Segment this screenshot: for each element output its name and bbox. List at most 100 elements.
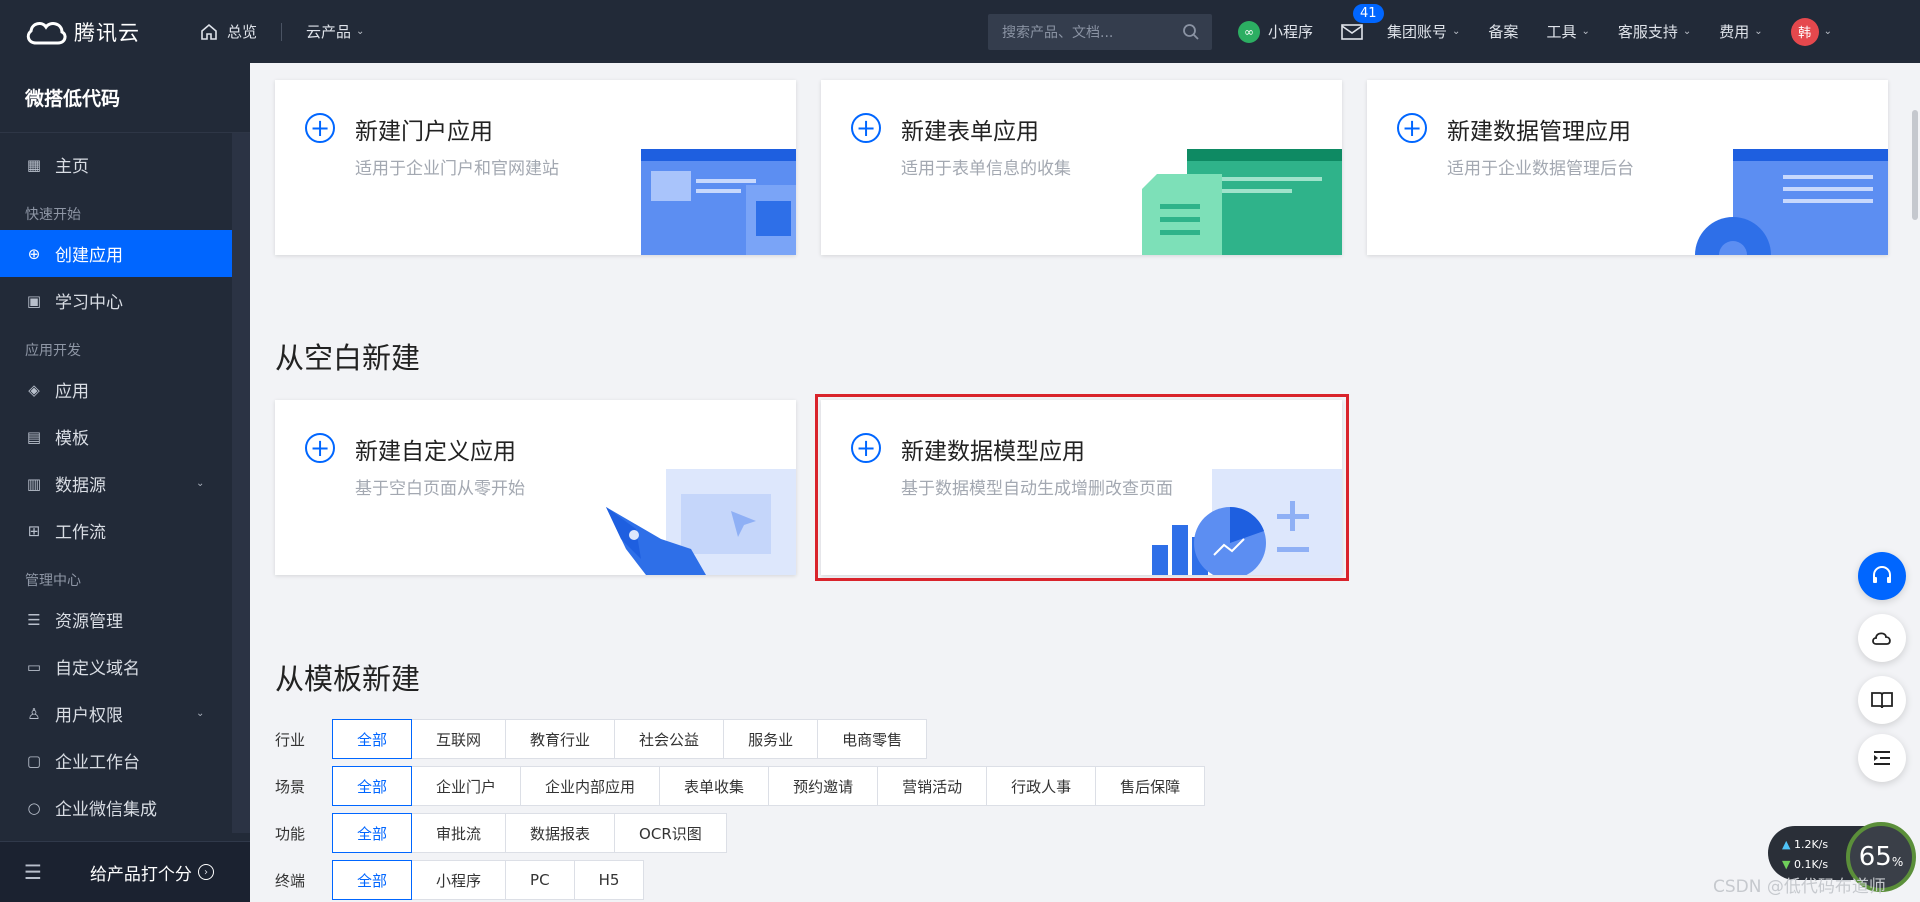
customer-service-button[interactable] <box>1858 552 1906 600</box>
filter-chip[interactable]: H5 <box>573 860 645 900</box>
highlight-box <box>815 394 1349 581</box>
tools-menu[interactable]: 工具 ⌄ <box>1546 0 1589 63</box>
top-navbar: 腾讯云 总览 云产品 ⌄ 搜索产品、文档... ∞ 小程序 41 集团账号 ⌄ 备案… <box>0 0 1920 63</box>
user-menu[interactable]: 韩 ⌄ <box>1790 0 1832 63</box>
tools-label: 工具 <box>1546 23 1577 41</box>
filter-chip[interactable]: PC <box>505 860 575 900</box>
chevron-down-icon: ⌄ <box>1682 26 1692 37</box>
sidebar-item-wecom[interactable]: ○ 企业微信集成 <box>0 784 250 831</box>
cloud-logo-icon <box>26 21 67 44</box>
filter-chip[interactable]: 数据报表 <box>505 813 616 853</box>
arrow-down-icon: ▼ <box>1782 858 1791 871</box>
group-account-menu[interactable]: 集团账号 ⌄ <box>1387 0 1460 63</box>
tencent-cloud-logo[interactable]: 腾讯云 <box>24 17 154 47</box>
filter-chip[interactable]: 预约邀请 <box>768 766 879 806</box>
overview-link[interactable]: 总览 <box>199 0 257 63</box>
grid-icon: ▦ <box>26 155 42 174</box>
card-custom-app[interactable]: + 新建自定义应用 基于空白页面从零开始 <box>275 400 796 575</box>
filter-row-feature: 功能 全部 审批流 数据报表 OCR识图 <box>275 813 727 853</box>
page-scrollbar[interactable] <box>1912 110 1918 220</box>
filter-chip[interactable]: 全部 <box>332 860 413 900</box>
sidebar-item-custom-domain[interactable]: ▭ 自定义域名 <box>0 643 250 690</box>
card-data-management-app[interactable]: + 新建数据管理应用 适用于企业数据管理后台 <box>1367 80 1888 255</box>
filter-chip[interactable]: 全部 <box>332 813 413 853</box>
sidebar-item-create-app[interactable]: ⊕ 创建应用 <box>0 230 232 277</box>
search-icon[interactable] <box>1182 23 1200 41</box>
filter-chip[interactable]: 营销活动 <box>877 766 988 806</box>
filter-chip[interactable]: 行政人事 <box>986 766 1097 806</box>
card-description: 适用于企业数据管理后台 <box>1447 159 1634 179</box>
arrow-up-icon: ▲ <box>1782 838 1791 851</box>
filter-chip[interactable]: 电商零售 <box>817 719 928 759</box>
search-input[interactable]: 搜索产品、文档... <box>988 14 1212 50</box>
filter-chip[interactable]: 社会公益 <box>614 719 725 759</box>
billing-menu[interactable]: 费用 ⌄ <box>1719 0 1762 63</box>
chevron-down-icon: ⌄ <box>196 708 205 719</box>
card-title: 新建自定义应用 <box>355 439 516 465</box>
cloud-products-label: 云产品 <box>306 23 352 41</box>
card-form-app[interactable]: + 新建表单应用 适用于表单信息的收集 <box>821 80 1342 255</box>
filter-chip[interactable]: 互联网 <box>411 719 507 759</box>
collapse-menu-icon[interactable]: ☰ <box>24 860 42 884</box>
filter-chip[interactable]: 售后保障 <box>1095 766 1206 806</box>
upload-speed: ▲ 1.2K/s <box>1782 838 1828 851</box>
sidebar-item-user-permissions[interactable]: ♙ 用户权限 ⌄ <box>0 690 250 737</box>
card-portal-app[interactable]: + 新建门户应用 适用于企业门户和官网建站 <box>275 80 796 255</box>
sidebar-item-label: 用户权限 <box>55 706 123 726</box>
filing-link[interactable]: 备案 <box>1488 0 1518 63</box>
filter-label: 行业 <box>275 730 306 749</box>
support-menu[interactable]: 客服支持 ⌄ <box>1618 0 1691 63</box>
sidebar-item-home[interactable]: ▦ 主页 <box>0 141 250 188</box>
cloud-user-icon <box>1872 632 1891 645</box>
plus-circle-icon: + <box>305 113 335 143</box>
sidebar: 微搭低代码 ▦ 主页 快速开始 ⊕ 创建应用 ▣ 学习中心 应用开发 ◈ 应用 ▤ 模板 … <box>0 63 250 902</box>
sidebar-item-workbench[interactable]: ▢ 企业工作台 <box>0 737 250 784</box>
plus-circle-icon: + <box>851 113 881 143</box>
filter-chip[interactable]: 企业内部应用 <box>520 766 661 806</box>
sidebar-title: 微搭低代码 <box>0 63 250 133</box>
sidebar-item-workflow[interactable]: ⊞ 工作流 <box>0 507 250 554</box>
filter-chip[interactable]: 服务业 <box>723 719 819 759</box>
plus-circle-icon: + <box>305 433 335 463</box>
filter-chip[interactable]: 全部 <box>332 766 413 806</box>
sidebar-item-learning[interactable]: ▣ 学习中心 <box>0 277 250 324</box>
filter-chip[interactable]: 全部 <box>332 719 413 759</box>
sidebar-item-label: 数据源 <box>55 476 106 496</box>
mini-program-label: 小程序 <box>1268 23 1314 41</box>
filter-chip[interactable]: OCR识图 <box>614 813 727 853</box>
filter-row-terminal: 终端 全部 小程序 PC H5 <box>275 860 645 900</box>
sidebar-item-datasource[interactable]: ▥ 数据源 ⌄ <box>0 460 250 507</box>
toc-button[interactable] <box>1858 734 1906 782</box>
chevron-down-icon: ⌄ <box>1581 26 1590 37</box>
arrow-right-circle-icon[interactable]: › <box>197 864 214 880</box>
headset-icon <box>1873 566 1891 583</box>
card-title: 新建表单应用 <box>901 119 1039 145</box>
data-management-illustration-icon <box>1695 149 1888 255</box>
filter-chip[interactable]: 企业门户 <box>411 766 522 806</box>
plus-circle-icon: ⊕ <box>27 244 41 263</box>
book-open-icon <box>1871 692 1893 709</box>
sidebar-group-admin: 管理中心 <box>25 573 81 589</box>
cloud-assistant-button[interactable] <box>1858 614 1906 662</box>
divider <box>281 22 283 41</box>
card-title: 新建门户应用 <box>355 119 493 145</box>
filter-chip[interactable]: 教育行业 <box>505 719 616 759</box>
sidebar-item-apps[interactable]: ◈ 应用 <box>0 366 250 413</box>
docs-button[interactable] <box>1858 676 1906 724</box>
sidebar-item-templates[interactable]: ▤ 模板 <box>0 413 250 460</box>
group-account-label: 集团账号 <box>1387 23 1448 41</box>
filter-chip[interactable]: 小程序 <box>411 860 507 900</box>
chevron-down-icon: ⌄ <box>196 478 205 489</box>
sidebar-item-resources[interactable]: ☰ 资源管理 <box>0 596 250 643</box>
mini-program-link[interactable]: ∞ 小程序 <box>1238 0 1313 63</box>
rate-product-link[interactable]: 给产品打个分 <box>90 860 192 885</box>
watermark: CSDN @低代码布道师 <box>1713 877 1886 897</box>
cloud-products-menu[interactable]: 云产品 ⌄ <box>306 0 364 63</box>
message-button[interactable]: 41 <box>1341 0 1384 63</box>
upload-speed-value: 1.2K/s <box>1793 838 1829 851</box>
mini-program-icon: ∞ <box>1238 20 1260 43</box>
filter-chip[interactable]: 审批流 <box>411 813 507 853</box>
billing-label: 费用 <box>1719 23 1750 41</box>
filter-label: 场景 <box>275 777 306 796</box>
filter-chip[interactable]: 表单收集 <box>659 766 770 806</box>
